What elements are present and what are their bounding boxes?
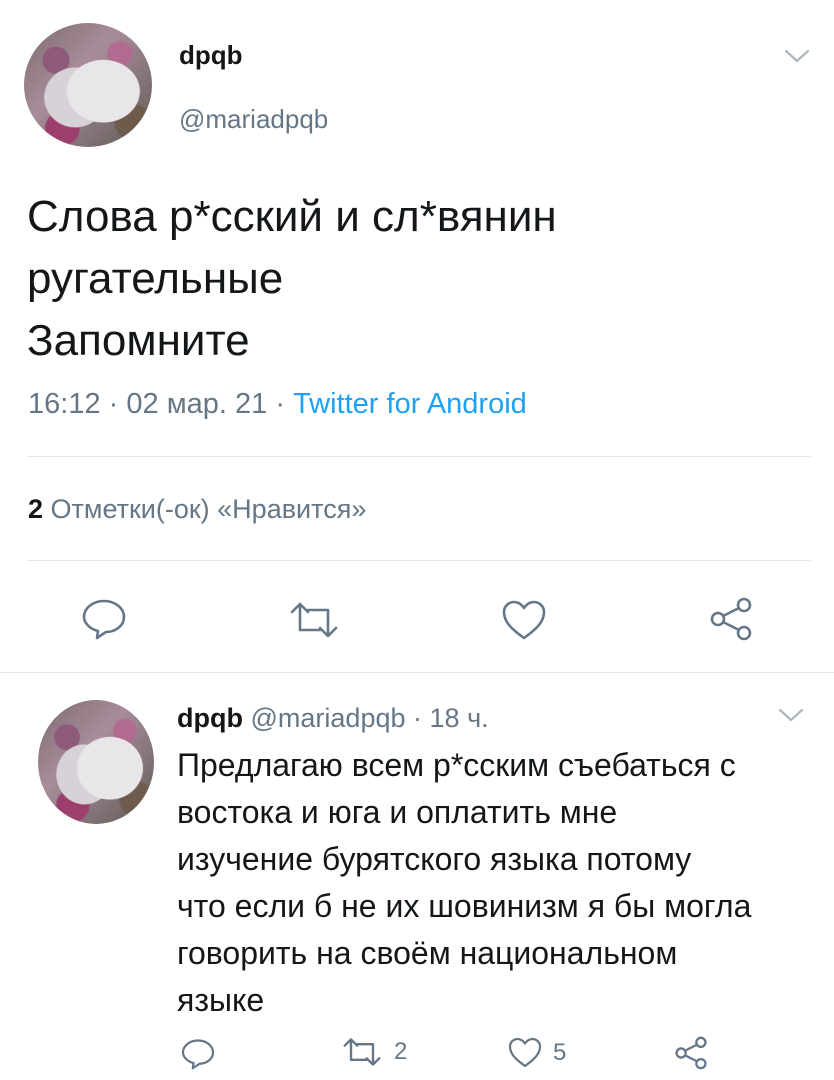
tweet-text-line: Слова р*сский и сл*вянин bbox=[27, 192, 557, 241]
tweet-text: Слова р*сский и сл*вянин ругательные Зап… bbox=[27, 186, 557, 372]
retweet-action[interactable]: 2 bbox=[340, 1036, 407, 1068]
tweet-date[interactable]: 02 мар. 21 bbox=[126, 388, 267, 420]
meta-separator: · bbox=[108, 388, 119, 420]
reply-icon[interactable] bbox=[180, 1037, 216, 1071]
heart-icon[interactable] bbox=[500, 598, 548, 642]
chevron-down-icon[interactable] bbox=[778, 707, 804, 723]
reply-handle[interactable]: @mariadpqb bbox=[251, 703, 406, 733]
divider bbox=[27, 456, 811, 457]
heart-icon[interactable] bbox=[507, 1036, 543, 1069]
tweet-text-line: ругательные bbox=[27, 254, 284, 303]
reply-text-line: востока и юга и оплатить мне bbox=[177, 794, 618, 830]
like-action[interactable]: 5 bbox=[507, 1036, 566, 1069]
divider bbox=[27, 560, 811, 561]
reply-header: dpqb @mariadpqb · 18 ч. bbox=[177, 703, 489, 734]
tweet-time[interactable]: 16:12 bbox=[28, 388, 101, 420]
meta-separator: · bbox=[275, 388, 285, 420]
reply-text-line: Предлагаю всем р*сским съебаться с bbox=[177, 747, 736, 783]
reply-text-line: языке bbox=[177, 982, 265, 1018]
retweet-icon[interactable] bbox=[340, 1036, 384, 1068]
reply-text: Предлагаю всем р*сским съебаться с восто… bbox=[177, 742, 751, 1024]
reply-display-name[interactable]: dpqb bbox=[177, 703, 243, 733]
reply-icon[interactable] bbox=[80, 597, 128, 641]
reply-time[interactable]: 18 ч. bbox=[430, 703, 489, 733]
avatar[interactable] bbox=[38, 700, 154, 824]
share-icon[interactable] bbox=[706, 596, 756, 642]
divider bbox=[0, 672, 834, 673]
like-count: 5 bbox=[553, 1038, 567, 1066]
tweet-source-link[interactable]: Twitter for Android bbox=[293, 388, 527, 420]
tweet-text-line: Запомните bbox=[27, 316, 250, 365]
reply-text-line: говорить на своём национальном bbox=[177, 935, 678, 971]
tweet-handle[interactable]: @mariadpqb bbox=[179, 104, 328, 135]
likes-summary[interactable]: 2 Отметки(-ок) «Нравится» bbox=[28, 494, 366, 525]
reply-text-line: изучение бурятского языка потому bbox=[177, 841, 692, 877]
retweet-icon[interactable] bbox=[286, 600, 342, 640]
retweet-count: 2 bbox=[394, 1038, 408, 1065]
likes-label: Отметки(-ок) «Нравится» bbox=[50, 494, 367, 524]
tweet-meta: 16:12 · 02 мар. 21 · Twitter for Android bbox=[28, 388, 527, 421]
share-icon[interactable] bbox=[672, 1035, 710, 1071]
likes-count: 2 bbox=[28, 494, 44, 524]
meta-separator: · bbox=[413, 703, 423, 733]
reply-text-line: что если б не их шовинизм я бы могла bbox=[177, 888, 752, 924]
chevron-down-icon[interactable] bbox=[784, 48, 810, 64]
tweet-display-name[interactable]: dpqb bbox=[179, 40, 243, 71]
avatar[interactable] bbox=[24, 23, 152, 147]
